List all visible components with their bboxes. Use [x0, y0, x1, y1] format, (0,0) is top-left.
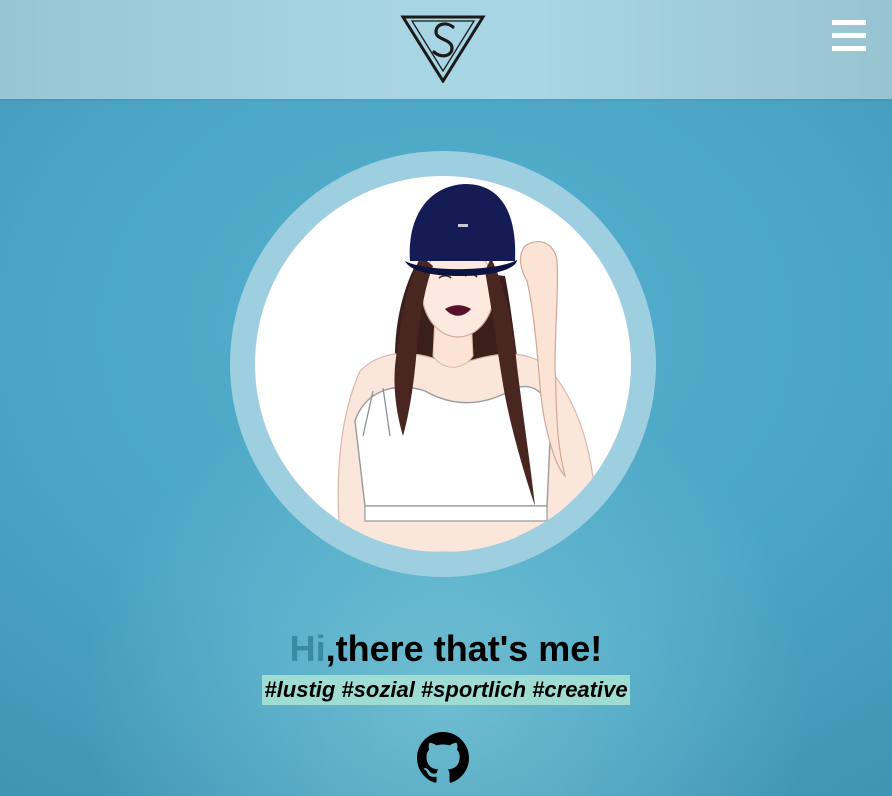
top-navigation-bar — [0, 0, 892, 99]
vs-monogram-logo-icon[interactable] — [400, 13, 486, 83]
profile-avatar — [255, 176, 631, 552]
hashtags-text: #lustig #sozial #sportlich #creative — [262, 675, 630, 705]
menu-bar-middle — [832, 33, 866, 38]
menu-bar-bottom — [832, 46, 866, 51]
greeting-hi: Hi — [289, 628, 326, 669]
menu-bar-top — [832, 20, 866, 25]
github-icon[interactable] — [417, 732, 469, 784]
greeting-headline: Hi,there that's me! — [0, 627, 892, 671]
hashtags-row: #lustig #sozial #sportlich #creative — [0, 675, 892, 705]
greeting-rest: ,there that's me! — [325, 628, 603, 669]
illustrated-portrait-icon — [337, 184, 597, 552]
hamburger-menu-button[interactable] — [832, 20, 866, 51]
